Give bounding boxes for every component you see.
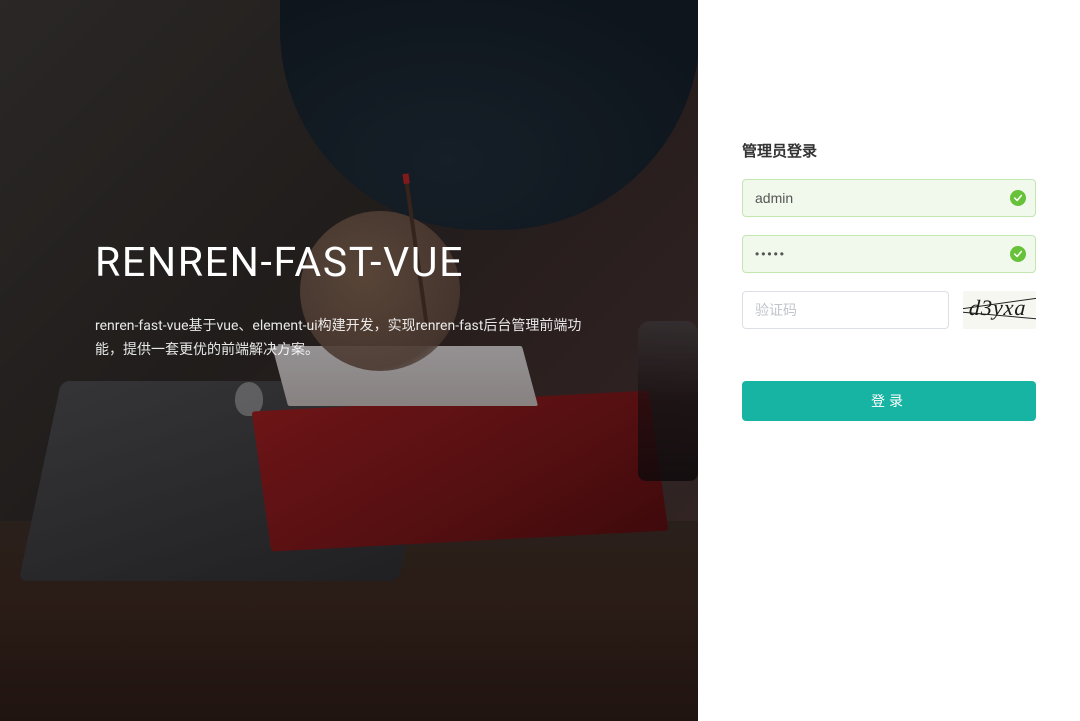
captcha-image[interactable]: d3yxa [963,291,1036,329]
username-field-wrap [742,179,1036,217]
login-panel: 管理员登录 d3yxa 登录 [698,0,1080,721]
captcha-row: d3yxa [742,291,1036,329]
login-title: 管理员登录 [742,140,1036,161]
captcha-text: d3yxa [968,295,1027,321]
password-field-wrap [742,235,1036,273]
brand-title: RENREN-FAST-VUE [95,239,698,287]
check-circle-icon [1010,246,1026,262]
login-button[interactable]: 登录 [742,381,1036,421]
brand-description: renren-fast-vue基于vue、element-ui构建开发，实现re… [95,315,595,363]
check-circle-icon [1010,190,1026,206]
password-input[interactable] [742,235,1036,273]
username-input[interactable] [742,179,1036,217]
captcha-input[interactable] [742,291,949,329]
hero-panel: RENREN-FAST-VUE renren-fast-vue基于vue、ele… [0,0,698,721]
